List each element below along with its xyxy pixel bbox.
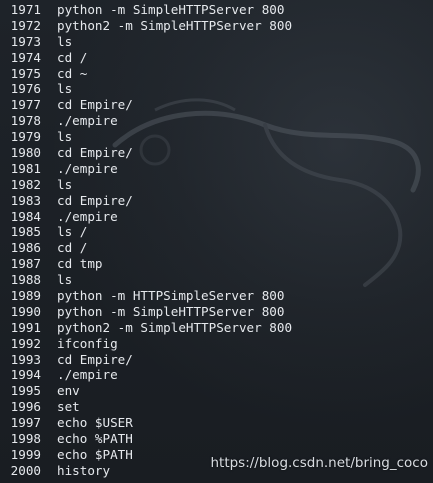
history-line-number: 1987 <box>10 256 41 272</box>
terminal-history-output: 1971 python -m SimpleHTTPServer 800 1972 py… <box>0 2 292 479</box>
history-line-number: 1979 <box>10 129 41 145</box>
history-line-number: 1998 <box>10 431 41 447</box>
history-command: ls / <box>57 224 88 240</box>
history-line-number: 1994 <box>10 367 41 383</box>
history-line: 1979 ls <box>0 129 292 145</box>
history-line-number: 1997 <box>10 415 41 431</box>
history-command: cd ~ <box>57 65 88 81</box>
history-line: 1998 echo %PATH <box>0 431 292 447</box>
history-command: ls <box>57 129 73 145</box>
history-command: echo %PATH <box>57 431 133 447</box>
history-command: ./empire <box>57 160 118 176</box>
history-command: ls <box>57 176 73 192</box>
history-command: cd Empire/ <box>57 145 133 161</box>
history-line-number: 1992 <box>10 335 41 351</box>
history-command: echo $PATH <box>57 446 133 462</box>
history-line-number: 1975 <box>10 65 41 81</box>
history-line-number: 1999 <box>10 446 41 462</box>
history-line-number: 1980 <box>10 145 41 161</box>
history-line: 1971 python -m SimpleHTTPServer 800 <box>0 2 292 18</box>
history-line-number: 1986 <box>10 240 41 256</box>
history-command: python2 -m SimpleHTTPServer 800 <box>57 17 293 33</box>
history-line-number: 1995 <box>10 383 41 399</box>
history-line-number: 1978 <box>10 113 41 129</box>
history-command: ./empire <box>57 367 118 383</box>
history-line: 1997 echo $USER <box>0 415 292 431</box>
history-line: 1996 set <box>0 399 292 415</box>
history-line-number: 1983 <box>10 192 41 208</box>
history-line-number: 1981 <box>10 160 41 176</box>
history-command: cd tmp <box>57 256 103 272</box>
history-line: 1994 ./empire <box>0 367 292 383</box>
history-command: ls <box>57 81 73 97</box>
history-command: ./empire <box>57 113 118 129</box>
history-line-number: 1990 <box>10 303 41 319</box>
history-command: cd Empire/ <box>57 97 133 113</box>
history-line: 1977 cd Empire/ <box>0 97 292 113</box>
history-line: 1978 ./empire <box>0 113 292 129</box>
history-command: set <box>57 399 80 415</box>
history-line-number: 1991 <box>10 319 41 335</box>
history-line: 1991 python2 -m SimpleHTTPServer 800 <box>0 320 292 336</box>
history-command: python2 -m SimpleHTTPServer 800 <box>57 319 293 335</box>
history-line: 1974 cd / <box>0 50 292 66</box>
watermark-url: https://blog.csdn.net/bring_coco <box>210 455 428 471</box>
history-line: 1982 ls <box>0 177 292 193</box>
history-line: 1987 cd tmp <box>0 256 292 272</box>
history-line: 1989 python -m HTTPSimpleServer 800 <box>0 288 292 304</box>
history-line-number: 1973 <box>10 33 41 49</box>
history-command: env <box>57 383 80 399</box>
history-command: cd / <box>57 240 88 256</box>
history-line: 1988 ls <box>0 272 292 288</box>
history-line-number: 1972 <box>10 17 41 33</box>
history-line: 1986 cd / <box>0 240 292 256</box>
history-line-number: 1976 <box>10 81 41 97</box>
history-line: 1985 ls / <box>0 224 292 240</box>
history-line-number: 1996 <box>10 399 41 415</box>
history-line: 1984 ./empire <box>0 209 292 225</box>
history-line-number: 1988 <box>10 272 41 288</box>
history-line: 1975 cd ~ <box>0 66 292 82</box>
history-line: 1995 env <box>0 383 292 399</box>
history-command: echo $USER <box>57 415 133 431</box>
history-line-number: 1993 <box>10 351 41 367</box>
history-line-number: 1977 <box>10 97 41 113</box>
history-line-number: 1974 <box>10 49 41 65</box>
history-line: 1992 ifconfig <box>0 336 292 352</box>
history-command: cd Empire/ <box>57 351 133 367</box>
history-line-number: 1989 <box>10 288 41 304</box>
history-line: 1993 cd Empire/ <box>0 352 292 368</box>
history-command: python -m SimpleHTTPServer 800 <box>57 2 285 17</box>
history-line: 1983 cd Empire/ <box>0 193 292 209</box>
history-line-number: 2000 <box>10 462 41 478</box>
history-command: ls <box>57 33 73 49</box>
history-command: ifconfig <box>57 335 118 351</box>
history-command: cd Empire/ <box>57 192 133 208</box>
history-line: 1980 cd Empire/ <box>0 145 292 161</box>
history-command: python -m SimpleHTTPServer 800 <box>57 303 285 319</box>
history-line-number: 1982 <box>10 176 41 192</box>
history-line: 1981 ./empire <box>0 161 292 177</box>
history-command: cd / <box>57 49 88 65</box>
history-command: ls <box>57 272 73 288</box>
history-line-number: 1984 <box>10 208 41 224</box>
history-line: 1972 python2 -m SimpleHTTPServer 800 <box>0 18 292 34</box>
history-line: 1990 python -m SimpleHTTPServer 800 <box>0 304 292 320</box>
history-line-number: 1985 <box>10 224 41 240</box>
history-line: 1976 ls <box>0 81 292 97</box>
history-line: 1973 ls <box>0 34 292 50</box>
history-command: ./empire <box>57 208 118 224</box>
history-command: python -m HTTPSimpleServer 800 <box>57 288 285 304</box>
history-line-number: 1971 <box>10 2 41 17</box>
history-command: history <box>57 462 111 478</box>
